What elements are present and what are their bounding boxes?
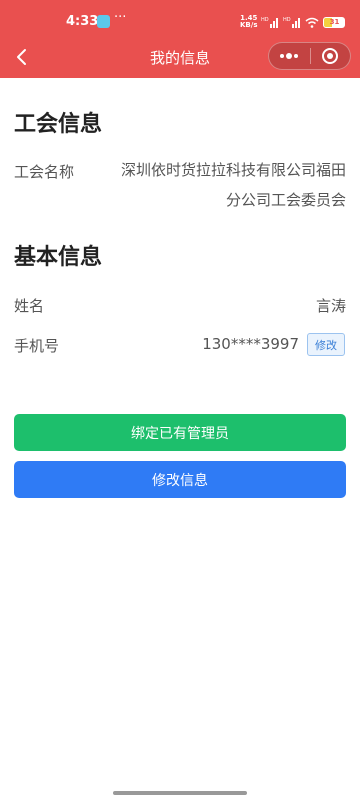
target-circle-icon — [322, 48, 339, 64]
signal-icon: HD — [261, 17, 279, 28]
navigation-bar: 我的信息 — [0, 38, 360, 76]
status-overflow-dots: ··· — [114, 10, 127, 25]
basic-section-title: 基本信息 — [14, 245, 103, 270]
union-name-value: 深圳依时货拉拉科技有限公司福田 分公司工会委员会 — [116, 155, 346, 215]
app-header: 4:33 ··· 1.45 KB/s HD HD 31 我的信息 — [0, 0, 360, 78]
svg-text:HD: HD — [283, 17, 291, 23]
network-speed-unit: KB/s — [240, 21, 258, 29]
name-label: 姓名 — [14, 297, 45, 315]
name-value: 言涛 — [315, 297, 346, 315]
bind-admin-button[interactable]: 绑定已有管理员 — [14, 414, 346, 451]
svg-text:HD: HD — [261, 17, 269, 23]
union-name-line-2: 分公司工会委员会 — [225, 191, 346, 209]
edit-info-button[interactable]: 修改信息 — [14, 461, 346, 498]
battery-icon: 31 — [323, 16, 346, 28]
status-bar: 4:33 ··· 1.45 KB/s HD HD 31 — [0, 0, 360, 40]
app-notification-icon — [97, 15, 110, 28]
phone-label: 手机号 — [14, 337, 60, 355]
signal-icon-2: HD — [283, 17, 301, 28]
more-dots-icon — [280, 53, 299, 59]
status-time: 4:33 — [66, 14, 99, 29]
union-name-line-1: 深圳依时货拉拉科技有限公司福田 — [120, 161, 346, 179]
battery-percent: 31 — [329, 17, 340, 26]
phone-value: 130****3997 — [202, 335, 299, 353]
union-name-label: 工会名称 — [14, 163, 75, 181]
wifi-icon — [306, 17, 319, 28]
more-button[interactable] — [269, 43, 310, 69]
status-indicators: 1.45 KB/s HD HD 31 — [240, 14, 346, 30]
union-section-title: 工会信息 — [14, 112, 103, 137]
close-button[interactable] — [310, 43, 350, 69]
edit-phone-button[interactable]: 修改 — [307, 333, 345, 356]
home-indicator[interactable] — [113, 791, 247, 795]
network-speed: 1.45 KB/s — [240, 15, 257, 29]
mini-program-capsule — [268, 42, 351, 70]
